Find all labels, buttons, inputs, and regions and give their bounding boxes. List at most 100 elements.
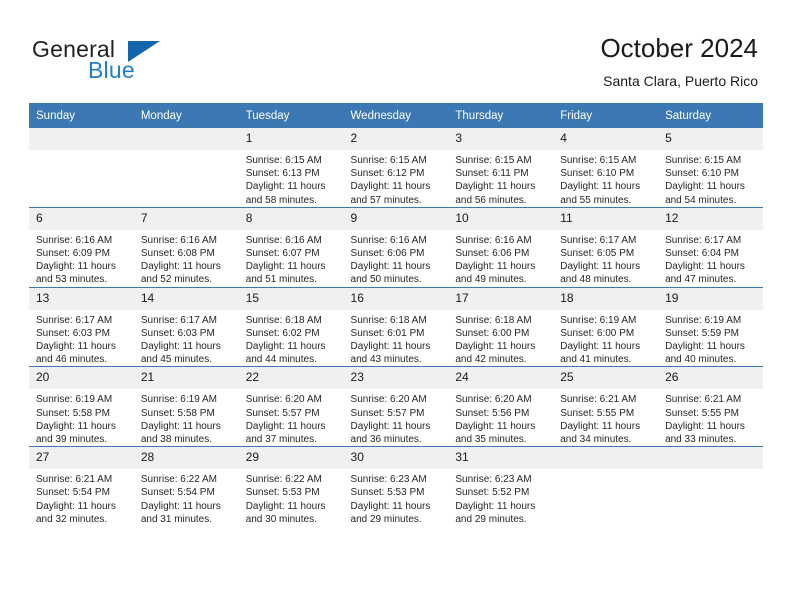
generalblue-logo[interactable]: General Blue: [32, 36, 232, 88]
day-number: 3: [448, 128, 554, 150]
day-sun-info: Sunrise: 6:18 AM Sunset: 6:02 PM Daylight:…: [239, 310, 344, 367]
calendar-day-cell[interactable]: 4 Sunrise: 6:15 AM Sunset: 6:10 PM Daylight…: [553, 128, 659, 208]
day-sun-info: Sunrise: 6:17 AM Sunset: 6:03 PM Daylight:…: [29, 310, 134, 367]
sunset-text: Sunset: 5:53 PM: [245, 487, 320, 499]
calendar-day-cell[interactable]: 17 Sunrise: 6:18 AM Sunset: 6:00 PM Dayligh…: [448, 286, 554, 367]
calendar-day-cell[interactable]: 15 Sunrise: 6:18 AM Sunset: 6:02 PM Dayligh…: [238, 286, 344, 367]
calendar-day-cell[interactable]: 9 Sunrise: 6:16 AM Sunset: 6:06 PM Daylight…: [343, 206, 449, 288]
sunrise-text: Sunrise: 6:16 AM: [455, 234, 532, 246]
calendar-day-cell[interactable]: 26 Sunrise: 6:21 AM Sunset: 5:55 PM Dayligh…: [658, 366, 763, 447]
sunset-text: Sunset: 6:02 PM: [245, 327, 320, 339]
sunset-text: Sunset: 5:57 PM: [350, 407, 425, 419]
sunrise-text: Sunrise: 6:21 AM: [665, 394, 742, 406]
sunrise-text: Sunrise: 6:21 AM: [36, 474, 113, 486]
calendar-day-cell[interactable]: 13 Sunrise: 6:17 AM Sunset: 6:03 PM Dayligh…: [29, 286, 134, 367]
calendar-day-cell[interactable]: 1 Sunrise: 6:15 AM Sunset: 6:13 PM Daylight…: [238, 128, 344, 208]
calendar-day-cell[interactable]: 29 Sunrise: 6:22 AM Sunset: 5:53 PM Dayligh…: [238, 446, 344, 527]
daylight-text: Daylight: 11 hours and 42 minutes.: [455, 341, 536, 366]
sunset-text: Sunset: 5:59 PM: [665, 327, 739, 339]
day-sun-info: Sunrise: 6:18 AM Sunset: 6:00 PM Daylight:…: [448, 310, 553, 367]
day-number: 7: [133, 207, 239, 230]
calendar-day-cell[interactable]: 8 Sunrise: 6:16 AM Sunset: 6:07 PM Daylight…: [238, 206, 344, 288]
sunrise-text: Sunrise: 6:16 AM: [245, 234, 322, 246]
day-number: 11: [553, 207, 659, 230]
calendar-day-cell[interactable]: 27 Sunrise: 6:21 AM Sunset: 5:54 PM Dayligh…: [29, 446, 134, 527]
day-number: 21: [133, 367, 239, 390]
day-sun-info: Sunrise: 6:17 AM Sunset: 6:03 PM Daylight:…: [134, 310, 239, 367]
calendar-day-cell[interactable]: 22 Sunrise: 6:20 AM Sunset: 5:57 PM Dayligh…: [238, 366, 344, 447]
weekday-header-thursday: Thursday: [448, 103, 554, 128]
calendar-day-cell[interactable]: 3 Sunrise: 6:15 AM Sunset: 6:11 PM Daylight…: [448, 128, 554, 208]
sunrise-text: Sunrise: 6:16 AM: [36, 234, 113, 246]
daylight-text: Daylight: 11 hours and 55 minutes.: [560, 181, 641, 206]
calendar-day-cell[interactable]: 2 Sunrise: 6:15 AM Sunset: 6:12 PM Daylight…: [343, 128, 449, 208]
calendar-day-cell[interactable]: 19 Sunrise: 6:19 AM Sunset: 5:59 PM Dayligh…: [658, 286, 763, 367]
sunset-text: Sunset: 6:00 PM: [560, 327, 635, 339]
weekday-header-row: Sunday Monday Tuesday Wednesday Thursday…: [29, 103, 763, 128]
sunset-text: Sunset: 6:11 PM: [455, 168, 529, 180]
daylight-text: Daylight: 11 hours and 37 minutes.: [245, 420, 326, 446]
day-number: 23: [343, 367, 449, 390]
day-sun-info: Sunrise: 6:20 AM Sunset: 5:57 PM Daylight:…: [344, 389, 449, 446]
location-subtitle: Santa Clara, Puerto Rico: [603, 73, 758, 89]
day-sun-info: Sunrise: 6:16 AM Sunset: 6:07 PM Daylight:…: [239, 230, 344, 287]
sunrise-text: Sunrise: 6:15 AM: [455, 155, 532, 166]
sunset-text: Sunset: 6:09 PM: [36, 248, 110, 260]
calendar-day-cell[interactable]: 25 Sunrise: 6:21 AM Sunset: 5:55 PM Dayligh…: [553, 366, 659, 447]
day-number: 24: [448, 367, 554, 390]
calendar-day-cell[interactable]: 24 Sunrise: 6:20 AM Sunset: 5:56 PM Dayligh…: [448, 366, 554, 447]
day-number: 28: [133, 447, 239, 470]
day-number: 26: [658, 367, 763, 390]
day-number: 31: [448, 447, 554, 470]
sunset-text: Sunset: 5:57 PM: [245, 407, 320, 419]
calendar-day-cell[interactable]: 6 Sunrise: 6:16 AM Sunset: 6:09 PM Daylight…: [29, 206, 134, 288]
calendar-day-cell[interactable]: 11 Sunrise: 6:17 AM Sunset: 6:05 PM Dayligh…: [553, 206, 659, 288]
calendar-day-cell[interactable]: 10 Sunrise: 6:16 AM Sunset: 6:06 PM Dayligh…: [448, 206, 554, 288]
calendar-day-cell-empty: [29, 128, 134, 208]
sunrise-text: Sunrise: 6:17 AM: [140, 314, 217, 326]
calendar-day-cell[interactable]: 30 Sunrise: 6:23 AM Sunset: 5:53 PM Dayligh…: [343, 446, 449, 527]
day-number: [553, 447, 659, 470]
sunrise-text: Sunrise: 6:23 AM: [350, 474, 427, 486]
daylight-text: Daylight: 11 hours and 49 minutes.: [455, 261, 536, 286]
sunrise-text: Sunrise: 6:20 AM: [350, 394, 427, 406]
sunset-text: Sunset: 5:58 PM: [140, 407, 215, 419]
daylight-text: Daylight: 11 hours and 56 minutes.: [455, 181, 536, 206]
sunrise-text: Sunrise: 6:15 AM: [560, 155, 637, 166]
calendar-day-cell[interactable]: 31 Sunrise: 6:23 AM Sunset: 5:52 PM Dayligh…: [448, 446, 554, 527]
sunset-text: Sunset: 6:10 PM: [560, 168, 635, 180]
sunrise-text: Sunrise: 6:15 AM: [245, 155, 322, 166]
daylight-text: Daylight: 11 hours and 57 minutes.: [350, 181, 431, 206]
daylight-text: Daylight: 11 hours and 53 minutes.: [36, 261, 116, 286]
day-number: 25: [553, 367, 659, 390]
calendar-day-cell[interactable]: 7 Sunrise: 6:16 AM Sunset: 6:08 PM Daylight…: [133, 206, 239, 288]
daylight-text: Daylight: 11 hours and 47 minutes.: [665, 261, 745, 286]
calendar-day-cell[interactable]: 23 Sunrise: 6:20 AM Sunset: 5:57 PM Dayligh…: [343, 366, 449, 447]
day-number: 30: [343, 447, 449, 470]
sunrise-text: Sunrise: 6:22 AM: [245, 474, 322, 486]
daylight-text: Daylight: 11 hours and 35 minutes.: [455, 420, 536, 446]
sunset-text: Sunset: 5:56 PM: [455, 407, 530, 419]
day-sun-info: Sunrise: 6:23 AM Sunset: 5:53 PM Daylight:…: [344, 469, 449, 526]
day-number: 14: [133, 287, 239, 310]
sunrise-text: Sunrise: 6:18 AM: [350, 314, 427, 326]
day-sun-info: Sunrise: 6:21 AM Sunset: 5:55 PM Daylight:…: [658, 389, 763, 446]
day-sun-info: Sunrise: 6:19 AM Sunset: 5:58 PM Daylight:…: [29, 389, 134, 446]
day-sun-info: Sunrise: 6:16 AM Sunset: 6:09 PM Daylight:…: [29, 230, 134, 287]
calendar-day-cell[interactable]: 21 Sunrise: 6:19 AM Sunset: 5:58 PM Dayligh…: [133, 366, 239, 447]
sunrise-text: Sunrise: 6:17 AM: [560, 234, 637, 246]
calendar-day-cell[interactable]: 18 Sunrise: 6:19 AM Sunset: 6:00 PM Dayligh…: [553, 286, 659, 367]
day-sun-info: Sunrise: 6:22 AM Sunset: 5:53 PM Daylight:…: [239, 469, 344, 526]
calendar-day-cell[interactable]: 28 Sunrise: 6:22 AM Sunset: 5:54 PM Dayligh…: [133, 446, 239, 527]
day-number: 15: [238, 287, 344, 310]
calendar-week-row: 27 Sunrise: 6:21 AM Sunset: 5:54 PM Dayligh…: [29, 446, 763, 527]
day-sun-info: Sunrise: 6:19 AM Sunset: 5:58 PM Daylight:…: [134, 389, 239, 446]
calendar-day-cell[interactable]: 14 Sunrise: 6:17 AM Sunset: 6:03 PM Dayligh…: [133, 286, 239, 367]
calendar-day-cell[interactable]: 16 Sunrise: 6:18 AM Sunset: 6:01 PM Dayligh…: [343, 286, 449, 367]
calendar-day-cell[interactable]: 5 Sunrise: 6:15 AM Sunset: 6:10 PM Daylight…: [658, 128, 763, 208]
day-number: 19: [658, 287, 763, 310]
calendar-day-cell[interactable]: 12 Sunrise: 6:17 AM Sunset: 6:04 PM Dayligh…: [658, 206, 763, 288]
daylight-text: Daylight: 11 hours and 34 minutes.: [560, 420, 641, 446]
calendar-day-cell[interactable]: 20 Sunrise: 6:19 AM Sunset: 5:58 PM Dayligh…: [29, 366, 134, 447]
sunrise-text: Sunrise: 6:17 AM: [36, 314, 113, 326]
